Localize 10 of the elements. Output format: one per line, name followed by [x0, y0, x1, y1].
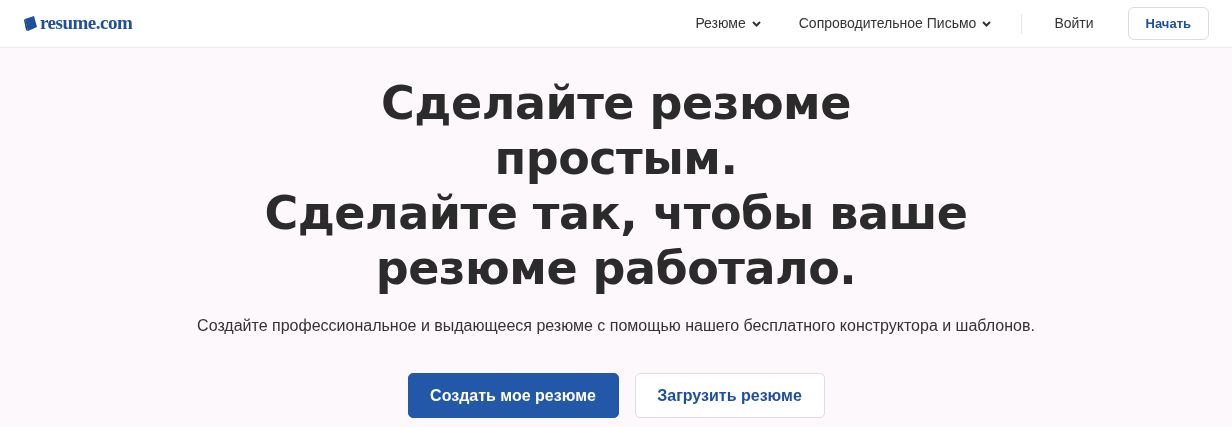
create-resume-button[interactable]: Создать мое резюме — [407, 373, 619, 418]
hero-headline: Сделайте резюме простым. Сделайте так, чтобы ваше резюме работало. — [264, 76, 968, 296]
nav-link[interactable]: Резюме — [695, 13, 761, 34]
nav-link[interactable]: Сопроводительное Письмо — [798, 13, 992, 34]
hero-subtitle: Создайте профессиональное и выдающееся резюме с помощью нашего бесплатного конструктора и шаблонов. — [197, 316, 1035, 336]
login-link[interactable]: Войти — [1054, 13, 1094, 34]
logo-icon[interactable] — [24, 16, 38, 31]
upload-resume-button[interactable]: Загрузить резюме — [634, 373, 825, 418]
logo-text[interactable]: resume.com — [40, 9, 133, 38]
start-button[interactable]: Начать — [1127, 7, 1209, 40]
